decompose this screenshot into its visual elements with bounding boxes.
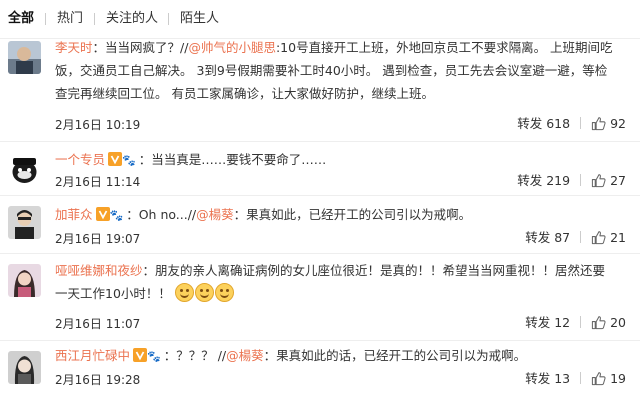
mention-link[interactable]: @帅气的小腿思 [188, 40, 276, 55]
comment-body: ：Oh no...// [126, 207, 197, 222]
repost-label: 转发 [525, 315, 551, 330]
comment-time: 2月16日 10:19 [55, 118, 141, 132]
repost-count: 618 [546, 116, 571, 131]
tab-following[interactable]: 关注的人 [106, 10, 158, 28]
mention-link[interactable]: @楊葵 [196, 207, 234, 222]
username-link[interactable]: 哑哑维娜和夜纱 [55, 263, 143, 278]
comment-body: ：当当真是……要钱不要命了…… [138, 152, 327, 167]
mention-link[interactable]: @楊葵 [226, 348, 264, 363]
avatar[interactable] [8, 41, 41, 74]
like-button[interactable]: 92 [591, 116, 626, 131]
comment-text: 哑哑维娜和夜纱：朋友的亲人离确证病例的女儿座位很近！是真的！！希望当当网重视！！… [55, 259, 615, 305]
comment-body: ：当当网疯了？// [92, 40, 189, 55]
comment-actions: 转发 618 92 [517, 116, 626, 132]
action-divider [580, 174, 582, 186]
comment-text: 李天时：当当网疯了？//@帅气的小腿思:10号直接开工上班，外地回京员工不要求隔… [55, 36, 615, 105]
repost-label: 转发 [525, 230, 551, 245]
like-count: 27 [610, 173, 626, 188]
comment-item: 西江月忙碌中 🐾：？？？ //@楊葵：果真如此的话，已经开工的公司引以为戒啊。 2… [0, 341, 640, 401]
thumbs-up-icon [591, 117, 606, 131]
username-link[interactable]: 西江月忙碌中 [55, 348, 130, 363]
username-link[interactable]: 一个专员 [55, 152, 105, 167]
thumbs-up-icon [591, 316, 606, 330]
repost-button[interactable]: 转发 219 [517, 173, 570, 188]
like-button[interactable]: 27 [591, 173, 626, 188]
repost-button[interactable]: 转发 87 [525, 230, 570, 245]
repost-count: 13 [554, 371, 571, 386]
username-link[interactable]: 李天时 [55, 40, 93, 55]
repost-count: 12 [554, 315, 571, 330]
fan-badge-icon: 🐾 [147, 350, 161, 363]
comment-time: 2月16日 11:14 [55, 175, 141, 189]
tab-strangers[interactable]: 陌生人 [180, 10, 219, 28]
repost-label: 转发 [525, 371, 551, 386]
verified-badge-icon [108, 152, 123, 166]
comment-item: 李天时：当当网疯了？//@帅气的小腿思:10号直接开工上班，外地回京员工不要求隔… [0, 39, 640, 142]
comment-actions: 转发 12 20 [525, 315, 626, 331]
fan-badge-icon: 🐾 [122, 154, 136, 167]
avatar[interactable] [8, 264, 41, 297]
repost-button[interactable]: 转发 618 [517, 116, 570, 131]
comment-text: 加菲众 🐾 ：Oh no...//@楊葵：果真如此，已经开工的公司引以为戒啊。 [55, 203, 615, 227]
repost-count: 219 [546, 173, 571, 188]
tab-divider [94, 13, 95, 25]
comment-actions: 转发 219 27 [517, 173, 626, 189]
comment-item: 加菲众 🐾 ：Oh no...//@楊葵：果真如此，已经开工的公司引以为戒啊。 2月… [0, 196, 640, 254]
like-count: 19 [610, 371, 626, 386]
repost-label: 转发 [517, 173, 543, 188]
action-divider [580, 117, 582, 129]
comment-text: 一个专员 🐾 ：当当真是……要钱不要命了…… [55, 148, 615, 172]
tab-hot[interactable]: 热门 [57, 10, 83, 28]
tab-divider [45, 13, 46, 25]
like-count: 20 [610, 315, 626, 330]
action-divider [580, 316, 582, 328]
comment-item: 哑哑维娜和夜纱：朋友的亲人离确证病例的女儿座位很近！是真的！！希望当当网重视！！… [0, 254, 640, 341]
comment-filter-tabs: 全部 热门 关注的人 陌生人 [0, 0, 640, 39]
comment-time: 2月16日 19:07 [55, 232, 141, 246]
tab-all[interactable]: 全部 [8, 10, 34, 28]
comment-item: 一个专员 🐾 ：当当真是……要钱不要命了…… 2月16日 11:14 转发 219 2… [0, 142, 640, 196]
repost-button[interactable]: 转发 13 [525, 371, 570, 386]
avatar[interactable] [8, 152, 41, 185]
comment-body: ：果真如此，已经开工的公司引以为戒啊。 [233, 207, 472, 222]
like-button[interactable]: 20 [591, 315, 626, 330]
smile-emoji-icon [214, 283, 234, 302]
avatar[interactable] [8, 351, 41, 384]
fan-badge-icon: 🐾 [109, 209, 124, 222]
verified-badge-icon [133, 348, 148, 362]
repost-count: 87 [554, 230, 571, 245]
repost-button[interactable]: 转发 12 [525, 315, 570, 330]
like-count: 21 [610, 230, 626, 245]
comment-actions: 转发 13 19 [525, 371, 626, 387]
tab-divider [168, 13, 169, 25]
verified-badge-icon [95, 207, 110, 221]
comment-text: 西江月忙碌中 🐾：？？？ //@楊葵：果真如此的话，已经开工的公司引以为戒啊。 [55, 344, 615, 368]
comment-time: 2月16日 11:07 [55, 317, 141, 331]
comment-body: ：果真如此的话，已经开工的公司引以为戒啊。 [263, 348, 527, 363]
like-button[interactable]: 19 [591, 371, 626, 386]
smile-emoji-icon [194, 283, 214, 302]
thumbs-up-icon [591, 174, 606, 188]
username-link[interactable]: 加菲众 [55, 207, 93, 222]
comment-actions: 转发 87 21 [525, 230, 626, 246]
smile-emoji-icon [174, 283, 194, 302]
avatar[interactable] [8, 206, 41, 239]
repost-label: 转发 [517, 116, 543, 131]
like-count: 92 [610, 116, 626, 131]
comment-time: 2月16日 19:28 [55, 373, 141, 387]
comment-body: ：？？？ // [163, 348, 227, 363]
like-button[interactable]: 21 [591, 230, 626, 245]
thumbs-up-icon [591, 231, 606, 245]
thumbs-up-icon [591, 372, 606, 386]
action-divider [580, 372, 582, 384]
action-divider [580, 231, 582, 243]
